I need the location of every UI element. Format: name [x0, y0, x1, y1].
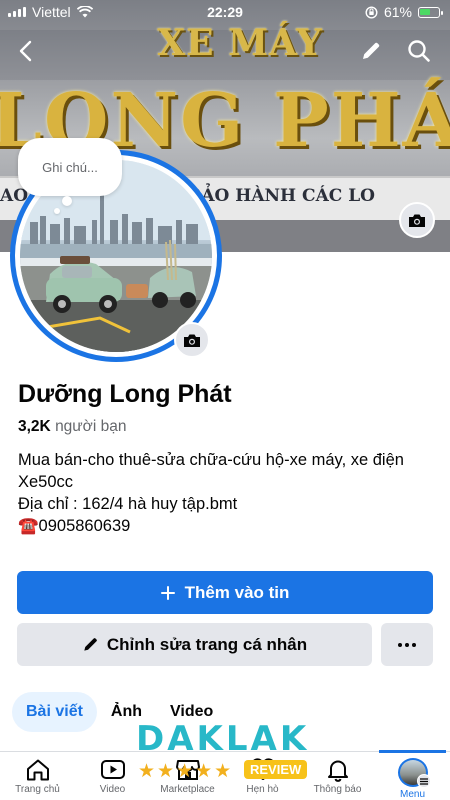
camera-icon [184, 334, 200, 347]
nav-marketplace[interactable]: Marketplace [150, 752, 225, 800]
bio-line: Xe50cc [18, 473, 74, 491]
bio-line: Địa chỉ : 162/4 hà huy tập.bmt [18, 495, 238, 513]
note-bubble[interactable]: Ghi chú... [18, 138, 122, 214]
more-options-button[interactable] [381, 623, 433, 666]
heart-icon [250, 758, 275, 780]
note-placeholder: Ghi chú... [42, 159, 98, 175]
add-to-story-button[interactable]: Thêm vào tin [17, 571, 433, 614]
nav-notifications[interactable]: Thông báo [300, 752, 375, 800]
camera-icon [409, 214, 425, 227]
nav-label: Video [99, 784, 126, 795]
nav-label: Menu [399, 789, 425, 800]
plus-icon [160, 585, 175, 600]
battery-icon [418, 6, 443, 18]
nav-home[interactable]: Trang chủ [0, 752, 75, 800]
pencil-icon [363, 42, 380, 59]
bio-line: Mua bán-cho thuê-sửa chữa-cứu hộ-xe máy,… [18, 451, 404, 469]
tab-photos[interactable]: Ảnh [97, 692, 156, 732]
add-to-story-label: Thêm vào tin [184, 582, 290, 602]
chevron-left-icon [19, 40, 32, 62]
edit-profile-label: Chỉnh sửa trang cá nhân [106, 634, 308, 654]
battery-percent: 61% [383, 4, 412, 20]
bell-icon [327, 760, 348, 782]
bottom-nav: Trang chủ Video Marketplace Hẹn hò Thông… [0, 750, 450, 800]
marketplace-icon [175, 760, 200, 780]
orientation-lock-icon [365, 5, 378, 19]
nav-label: Thông báo [313, 784, 362, 795]
status-right: 61% [365, 4, 443, 20]
nav-label: Marketplace [160, 784, 215, 795]
note-bubble-dot [62, 196, 72, 206]
nav-dating[interactable]: Hẹn hò [225, 752, 300, 800]
nav-video[interactable]: Video [75, 752, 150, 800]
menu-avatar [397, 758, 431, 788]
edit-profile-button[interactable]: Chỉnh sửa trang cá nhân [17, 623, 372, 666]
profile-tabs: Bài viết Ảnh Video [12, 692, 227, 732]
cover-camera-button[interactable] [399, 202, 435, 238]
note-bubble-dot-small [54, 208, 60, 214]
more-icon [398, 642, 416, 647]
search-button[interactable] [402, 34, 436, 68]
friends-count-link[interactable]: 3,2K người bạn [18, 418, 126, 436]
nav-menu[interactable]: Menu [375, 750, 450, 800]
hamburger-icon [416, 774, 431, 788]
status-bar: Viettel 22:29 61% [0, 0, 450, 24]
profile-camera-button[interactable] [174, 322, 210, 358]
edit-cover-button[interactable] [354, 34, 388, 68]
tab-posts[interactable]: Bài viết [12, 692, 97, 732]
search-icon [408, 40, 430, 62]
friends-count: 3,2K [18, 418, 51, 435]
home-icon [26, 759, 49, 781]
bio-phone[interactable]: ☎️0905860639 [18, 515, 428, 537]
friends-label: người bạn [55, 418, 127, 435]
nav-label: Hẹn hò [246, 784, 279, 795]
profile-name: Dưỡng Long Phát [18, 380, 232, 408]
cover-sign-top-text: XE MÁY [157, 22, 323, 64]
nav-label: Trang chủ [15, 784, 60, 795]
profile-bio: Mua bán-cho thuê-sửa chữa-cứu hộ-xe máy,… [18, 449, 428, 537]
tab-videos[interactable]: Video [156, 692, 227, 732]
back-button[interactable] [8, 34, 42, 68]
video-icon [100, 760, 125, 779]
pencil-icon [84, 638, 97, 651]
